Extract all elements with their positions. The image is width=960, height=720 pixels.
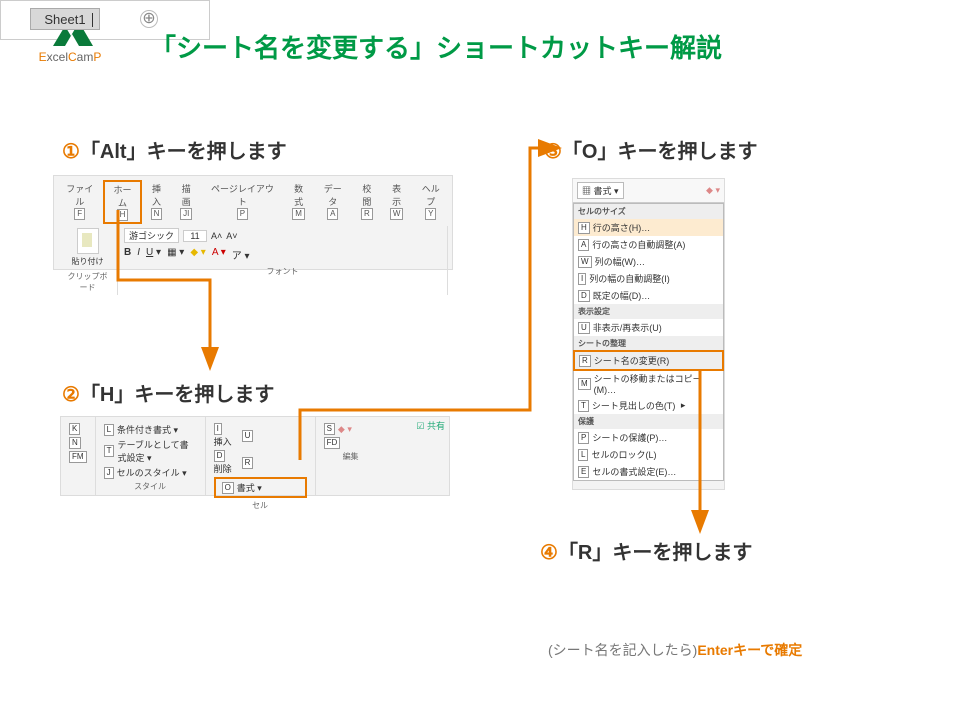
step1-heading: ①「Alt」キーを押します — [62, 135, 287, 164]
font-name-select[interactable]: 游ゴシック — [124, 228, 179, 243]
border-button[interactable]: ▦ ▾ — [167, 247, 184, 262]
format-as-table[interactable]: Tテーブルとして書式設定 ▾ — [104, 438, 197, 464]
rename-sheet-highlight[interactable]: Rシート名の変更(R) — [573, 350, 724, 371]
styles-group-items: L条件付き書式 ▾ Tテーブルとして書式設定 ▾ Jセルのスタイル ▾ スタイル — [96, 417, 206, 495]
paste-label: 貼り付け — [64, 256, 111, 267]
row-height[interactable]: H行の高さ(H)… — [574, 219, 723, 236]
underline-button[interactable]: U ▾ — [146, 247, 161, 262]
font-group: 游ゴシック 11 A˄ A˅ B I U ▾ ▦ ▾ ◆ ▾ A ▾ ア ▾ フ… — [118, 226, 448, 295]
phonetic-button[interactable]: ア ▾ — [232, 247, 250, 262]
cells-group: I挿入 U D削除 R O書式 ▾ セル — [206, 417, 316, 495]
footer-note: (シート名を記入したら)Enterキーで確定 — [548, 640, 802, 660]
menu-header-size: セルのサイズ — [574, 204, 723, 219]
tab-layout[interactable]: ページレイアウトP — [201, 180, 284, 224]
tab-draw[interactable]: 描画JI — [171, 180, 201, 224]
format-menu: セルのサイズ H行の高さ(H)… A行の高さの自動調整(A) W列の幅(W)… … — [573, 203, 724, 481]
step3-heading: ③「O」キーを押します — [544, 135, 758, 164]
tab-file[interactable]: ファイルF — [56, 180, 103, 224]
tab-data[interactable]: データA — [313, 180, 352, 224]
autofit-row[interactable]: A行の高さの自動調整(A) — [574, 236, 723, 253]
menu-header-protect: 保護 — [574, 414, 723, 429]
styles-label: スタイル — [104, 481, 197, 492]
tab-home-highlight[interactable]: ホームH — [103, 180, 141, 224]
clipboard-label: クリップボード — [64, 271, 111, 293]
default-width[interactable]: D既定の幅(D)… — [574, 287, 723, 304]
format-dropdown[interactable]: ▦ 書式 ▾ — [577, 182, 624, 199]
move-copy-sheet[interactable]: Mシートの移動またはコピー(M)… — [574, 370, 723, 397]
tab-review[interactable]: 校閲R — [352, 180, 382, 224]
flow-arrows — [0, 0, 960, 720]
cell-styles[interactable]: Jセルのスタイル ▾ — [104, 466, 197, 479]
bold-button[interactable]: B — [124, 247, 131, 262]
menu-header-organize: シートの整理 — [574, 336, 723, 351]
step4-heading: ④「R」キーを押します — [540, 536, 752, 565]
tab-color[interactable]: Tシート見出しの色(T) ▸ — [574, 397, 723, 414]
format-button-highlight[interactable]: O書式 ▾ — [214, 477, 307, 498]
share-button[interactable]: ☑ 共有 — [416, 419, 445, 432]
tab-insert[interactable]: 挿入N — [142, 180, 172, 224]
screenshot-step1: ファイルF ホームH 挿入N 描画JI ページレイアウトP 数式M データA 校… — [53, 175, 453, 270]
delete-cells[interactable]: 削除 — [214, 464, 232, 474]
tab-formula[interactable]: 数式M — [284, 180, 314, 224]
menu-header-visibility: 表示設定 — [574, 304, 723, 319]
conditional-format[interactable]: L条件付き書式 ▾ — [104, 423, 197, 436]
editing-group: S ◆ ▾ FD 編集 — [316, 417, 386, 495]
cells-label: セル — [214, 500, 307, 511]
screenshot-step3: ▦ 書式 ▾ ◆ ▾ セルのサイズ H行の高さ(H)… A行の高さの自動調整(A… — [572, 178, 725, 490]
protect-sheet[interactable]: Pシートの保護(P)… — [574, 429, 723, 446]
styles-group: K N FM — [61, 417, 96, 495]
tab-help[interactable]: ヘルプY — [411, 180, 450, 224]
editing-label: 編集 — [324, 451, 378, 462]
page-title: 「シート名を変更する」ショートカットキー解説 — [150, 28, 722, 65]
tab-view[interactable]: 表示W — [382, 180, 412, 224]
shrink-font-icon[interactable]: A˅ — [226, 231, 237, 241]
step2-heading: ②「H」キーを押します — [62, 378, 274, 407]
insert-cells[interactable]: 挿入 — [214, 437, 232, 447]
font-size-select[interactable]: 11 — [183, 230, 207, 242]
italic-button[interactable]: I — [137, 247, 140, 262]
autofit-col[interactable]: I列の幅の自動調整(I) — [574, 270, 723, 287]
col-width[interactable]: W列の幅(W)… — [574, 253, 723, 270]
paste-icon[interactable] — [77, 228, 99, 254]
lock-cell[interactable]: Lセルのロック(L) — [574, 446, 723, 463]
clear-icon[interactable]: ◆ ▾ — [706, 185, 720, 196]
sheet-tab-editing[interactable]: Sheet1 — [30, 8, 100, 30]
clipboard-group: 貼り付け クリップボード — [58, 226, 118, 295]
hide-unhide[interactable]: U非表示/再表示(U) — [574, 319, 723, 336]
grow-font-icon[interactable]: A˄ — [211, 231, 222, 241]
brand-text: ExcelCamP — [30, 50, 110, 64]
screenshot-step2: ☑ 共有 K N FM L条件付き書式 ▾ Tテーブルとして書式設定 ▾ Jセル… — [60, 416, 450, 496]
format-cells[interactable]: Eセルの書式設定(E)… — [574, 463, 723, 480]
font-group-label: フォント — [124, 266, 441, 277]
font-color-button[interactable]: A ▾ — [212, 247, 226, 262]
new-sheet-icon[interactable]: ⊕ — [140, 10, 158, 28]
fill-color-button[interactable]: ◆ ▾ — [190, 247, 206, 262]
